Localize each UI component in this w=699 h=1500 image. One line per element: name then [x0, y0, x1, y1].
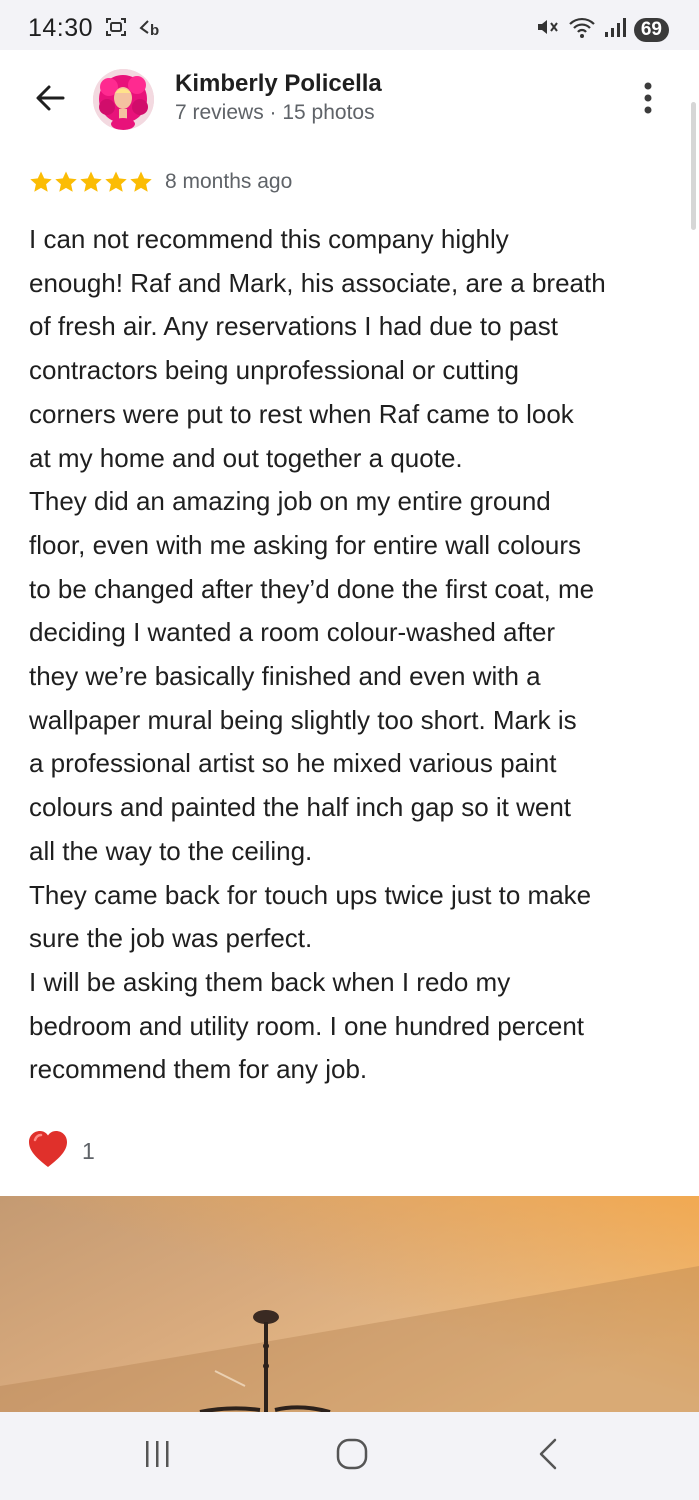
status-time: 14:30: [28, 14, 94, 42]
arrow-back-icon: [33, 81, 67, 120]
review-line: recommend them for any job.: [29, 1054, 368, 1085]
review-line: enough! Raf and Mark, his associate, are…: [29, 267, 606, 298]
review-line: wallpaper mural being slightly too short…: [29, 704, 577, 735]
home-icon: [336, 1438, 368, 1475]
review-line: contractors being unprofessional or cutt…: [29, 355, 519, 386]
heart-icon[interactable]: [27, 1129, 69, 1174]
recents-icon: [142, 1439, 172, 1474]
review-photo[interactable]: [0, 1196, 699, 1412]
battery-indicator: 69: [633, 17, 669, 42]
review-line: to be changed after they’d done the firs…: [29, 573, 595, 604]
mute-icon: [534, 14, 560, 45]
review-panel: Kimberly Policella 7 reviews · 15 photos…: [0, 50, 699, 1412]
reviewer-meta: 7 reviews · 15 photos: [175, 101, 375, 124]
review-line: bedroom and utility room. I one hundred …: [29, 1010, 585, 1041]
review-line: a professional artist so he mixed variou…: [29, 748, 557, 779]
review-line: They came back for touch ups twice just …: [29, 879, 592, 910]
review-text: I can not recommend this company highly e…: [29, 218, 679, 1092]
review-line: colours and painted the half inch gap so…: [29, 792, 572, 823]
rating-row: 8 months ago: [29, 170, 292, 194]
reactions[interactable]: 1: [27, 1129, 95, 1174]
review-line: corners were put to rest when Raf came t…: [29, 398, 574, 429]
review-line: sure the job was perfect.: [29, 923, 313, 954]
review-line: they we’re basically finished and even w…: [29, 661, 541, 692]
review-line: I can not recommend this company highly: [29, 224, 509, 254]
scrollbar[interactable]: [691, 102, 696, 230]
status-bar: 14:30 b 69: [0, 0, 699, 50]
review-line: all the way to the ceiling.: [29, 835, 313, 866]
reviewer-name[interactable]: Kimberly Policella: [175, 70, 382, 98]
more-options-button[interactable]: [632, 80, 664, 120]
reaction-count: 1: [82, 1138, 95, 1164]
review-line: floor, even with me asking for entire wa…: [29, 529, 582, 560]
notification-b-icon: b: [138, 15, 162, 44]
more-vert-icon: [643, 82, 653, 119]
system-nav-bar: [0, 1412, 699, 1500]
wifi-icon: [568, 14, 596, 45]
recents-button[interactable]: [127, 1436, 187, 1476]
back-icon: [536, 1438, 560, 1475]
avatar[interactable]: [93, 69, 154, 130]
star-icon: [55, 171, 77, 192]
review-line: of fresh air. Any reservations I had due…: [29, 311, 558, 342]
svg-text:b: b: [150, 22, 159, 39]
star-icon: [30, 171, 52, 192]
review-line: at my home and out together a quote.: [29, 442, 463, 473]
home-button[interactable]: [322, 1436, 382, 1476]
screenshot-icon: [104, 15, 128, 44]
review-line: They did an amazing job on my entire gro…: [29, 486, 551, 517]
nav-back-button[interactable]: [518, 1436, 578, 1476]
star-icon: [80, 171, 102, 192]
review-line: deciding I wanted a room colour-washed a…: [29, 617, 556, 648]
review-time: 8 months ago: [165, 170, 293, 193]
star-rating: [29, 170, 153, 194]
star-icon: [105, 171, 127, 192]
star-icon: [130, 171, 152, 192]
back-button[interactable]: [30, 80, 70, 120]
review-line: I will be asking them back when I redo m…: [29, 966, 511, 997]
signal-icon: [604, 16, 626, 43]
